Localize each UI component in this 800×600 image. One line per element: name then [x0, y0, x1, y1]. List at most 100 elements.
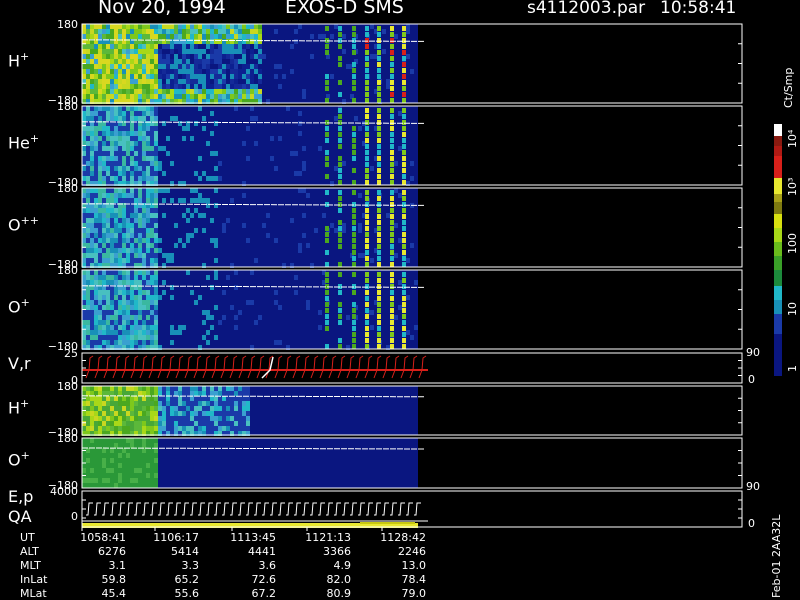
heatmap-cell	[134, 208, 138, 213]
heatmap-cell	[90, 29, 94, 34]
heatmap-cell	[254, 69, 258, 74]
heatmap-cell	[94, 79, 98, 84]
heatmap-cell	[110, 443, 114, 448]
heatmap-cell	[122, 275, 126, 280]
heatmap-cell	[102, 421, 106, 426]
heatmap-cell	[162, 146, 166, 151]
heatmap-cell	[182, 243, 186, 248]
heatmap-cell	[106, 136, 110, 141]
heatmap-cell	[146, 386, 150, 391]
heatmap-cell	[150, 49, 154, 54]
heatmap-cell	[138, 49, 142, 54]
colorbar-band	[774, 124, 782, 136]
heatmap-cell	[142, 396, 146, 401]
heatmap-cell	[234, 386, 238, 391]
heatmap-cell	[150, 34, 154, 39]
heatmap-cell	[390, 196, 394, 201]
heatmap-cell	[390, 338, 394, 343]
heatmap-cell	[150, 248, 154, 253]
sms-plot: Nov 20, 1994 EXOS-D SMS s4112003.par 10:…	[0, 0, 800, 600]
heatmap-cell	[354, 116, 358, 121]
heatmap-cell	[170, 406, 174, 411]
heatmap-cell	[402, 344, 406, 349]
heatmap-cell	[238, 89, 242, 94]
heatmap-cell	[142, 223, 146, 228]
heatmap-cell	[142, 473, 146, 478]
heatmap-cell	[138, 156, 142, 161]
heatmap-cell	[158, 401, 162, 406]
heatmap-cell	[206, 386, 210, 391]
heatmap-cell	[214, 391, 218, 396]
heatmap-cell	[86, 406, 90, 411]
heatmap-cell	[210, 411, 214, 416]
heatmap-cell	[98, 335, 102, 340]
heatmap-cell	[118, 74, 122, 79]
heatmap-cell	[182, 59, 186, 64]
heatmap-cell	[110, 74, 114, 79]
heatmap-cell	[106, 280, 110, 285]
heatmap-cell	[234, 79, 238, 84]
species-name: V,r	[8, 354, 31, 373]
heatmap-cell	[98, 89, 102, 94]
heatmap-cell	[382, 49, 386, 54]
heatmap-cell	[114, 74, 118, 79]
heatmap-cell	[406, 24, 410, 29]
heatmap-cell	[138, 84, 142, 89]
heatmap-cell	[86, 188, 90, 193]
heatmap-cell	[98, 315, 102, 320]
heatmap-cell	[114, 473, 118, 478]
heatmap-cell	[118, 151, 122, 156]
heatmap-cell	[142, 136, 146, 141]
heatmap-cell	[122, 24, 126, 29]
heatmap-cell	[402, 32, 406, 37]
heatmap-cell	[134, 275, 138, 280]
heatmap-cell	[114, 391, 118, 396]
heatmap-cell	[150, 84, 154, 89]
heatmap-cell	[86, 396, 90, 401]
heatmap-cell	[94, 411, 98, 416]
heatmap-cell	[106, 146, 110, 151]
heatmap-cell	[214, 258, 218, 263]
heatmap-cell	[130, 443, 134, 448]
heatmap-cell	[106, 64, 110, 69]
heatmap-cell	[182, 44, 186, 49]
heatmap-cell	[406, 29, 410, 34]
heatmap-cell	[162, 74, 166, 79]
heatmap-cell	[150, 416, 154, 421]
heatmap-cell	[352, 238, 356, 243]
heatmap-cell	[86, 106, 90, 111]
heatmap-cell	[365, 74, 369, 79]
heatmap-cell	[122, 300, 126, 305]
heatmap-cell	[298, 248, 302, 253]
heatmap-cell	[130, 146, 134, 151]
heatmap-cell	[166, 188, 170, 193]
heatmap-cell	[134, 330, 138, 335]
heatmap-cell	[250, 69, 254, 74]
heatmap-cell	[94, 69, 98, 74]
heatmap-cell	[110, 416, 114, 421]
heatmap-cell	[198, 411, 202, 416]
heatmap-cell	[377, 308, 381, 313]
heatmap-cell	[126, 310, 130, 315]
heatmap-cell	[110, 330, 114, 335]
heatmap-cell	[150, 290, 154, 295]
heatmap-cell	[402, 284, 406, 289]
heatmap-cell	[270, 136, 274, 141]
heatmap-cell	[250, 54, 254, 59]
heatmap-cell	[122, 310, 126, 315]
heatmap-cell	[130, 89, 134, 94]
heatmap-cell	[242, 54, 246, 59]
heatmap-cell	[162, 411, 166, 416]
heatmap-cell	[134, 448, 138, 453]
heatmap-cell	[182, 69, 186, 74]
heatmap-cell	[82, 401, 86, 406]
heatmap-cell	[170, 49, 174, 54]
heatmap-cell	[174, 29, 178, 34]
heatmap-cell	[178, 29, 182, 34]
heatmap-cell	[130, 34, 134, 39]
heatmap-cell	[150, 386, 154, 391]
heatmap-cell	[150, 126, 154, 131]
heatmap-cell	[86, 44, 90, 49]
heatmap-cell	[206, 406, 210, 411]
heatmap-cell	[146, 305, 150, 310]
